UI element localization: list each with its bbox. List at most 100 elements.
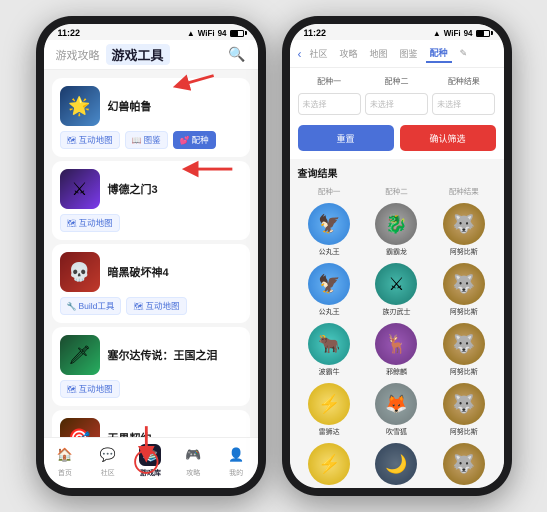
game-header-d4: 💀 暗黑破坏神4 bbox=[60, 252, 242, 292]
nav-breed[interactable]: 配种 bbox=[426, 44, 452, 63]
result-header-1: 配种一 bbox=[298, 186, 361, 197]
confirm-button[interactable]: 确认筛选 bbox=[400, 125, 496, 151]
result-row-1: 🦅 公丸王 🐉 霸霸龙 🐺 阿努比斯 bbox=[298, 203, 496, 257]
tab-home[interactable]: 🏠 首页 bbox=[54, 444, 76, 478]
tab-profile-label: 我的 bbox=[229, 468, 243, 478]
tools-nav-item[interactable]: 游戏工具 bbox=[106, 44, 170, 65]
right-time: 11:22 bbox=[304, 28, 327, 38]
right-phone-shell: 11:22 ▲ WiFi 94 ‹ 社区 攻略 地图 图鉴 配种 ✎ bbox=[282, 16, 512, 496]
tab-profile[interactable]: 👤 我的 bbox=[225, 444, 247, 478]
left-phone-screen: 11:22 ▲ WiFi 94 游戏攻略 游戏工具 🔍 bbox=[44, 24, 258, 488]
result-row-4: ⚡ 雷狮达 🦊 吹雪狐 🐺 阿努比斯 bbox=[298, 383, 496, 437]
right-wifi-icon: WiFi bbox=[444, 29, 461, 38]
game-tools-zelda: 🗺 互动地图 bbox=[60, 380, 242, 398]
avatar-chui-xue-hu: 🦊 bbox=[375, 383, 417, 425]
label-breed-result: 配种结果 bbox=[432, 76, 495, 87]
tab-community[interactable]: 💬 社区 bbox=[97, 444, 119, 478]
nav-guide[interactable]: 攻略 bbox=[336, 45, 362, 62]
reset-button[interactable]: 重置 bbox=[298, 125, 394, 151]
avatar-lei-shi-da: ⚡ bbox=[308, 383, 350, 425]
name-sheng-xia-shu: 盛夏术 bbox=[386, 487, 407, 488]
game-item-valorant: 🎯 无畏契约 🏪 游族库 🎫 通行证计算器 🛍 bbox=[52, 410, 250, 437]
tool-map-palworld[interactable]: 🗺 互动地图 bbox=[60, 131, 120, 149]
tab-gamelibrary[interactable]: 📚 游戏库 bbox=[139, 444, 161, 478]
game-header-valorant: 🎯 无畏契约 bbox=[60, 418, 242, 437]
search-icon[interactable]: 🔍 bbox=[228, 46, 245, 63]
result-1-p1: 🦅 公丸王 bbox=[298, 203, 361, 257]
result-1-p2: 🐉 霸霸龙 bbox=[365, 203, 428, 257]
tool-map-zelda[interactable]: 🗺 互动地图 bbox=[60, 380, 120, 398]
avatar-anubis-1: 🐺 bbox=[443, 203, 485, 245]
result-row-5: ⚡ 雷狮达 🌙 盛夏术 🐺 阿努比斯 bbox=[298, 443, 496, 488]
result-3-p1: 🐂 波霸牛 bbox=[298, 323, 361, 377]
right-status-right: ▲ WiFi 94 bbox=[433, 29, 490, 38]
breed-select-1[interactable]: 未选择 bbox=[298, 93, 361, 115]
tool-breed-palworld[interactable]: 💕 配种 bbox=[173, 131, 216, 149]
book-icon: 📖 bbox=[132, 136, 142, 145]
result-row-2: 🦅 公丸王 ⚔ 族刃武士 🐺 阿努比斯 bbox=[298, 263, 496, 317]
result-4-p2: 🦊 吹雪狐 bbox=[365, 383, 428, 437]
nav-map[interactable]: 地图 bbox=[366, 45, 392, 62]
game-cover-palworld: 🌟 bbox=[60, 86, 100, 126]
tool-build-d4[interactable]: 🔧 Build工具 bbox=[60, 297, 122, 315]
games-list: 🌟 幻兽帕鲁 🗺 互动地图 📖 图鉴 💕 bbox=[44, 70, 258, 437]
game-item-d4: 💀 暗黑破坏神4 🔧 Build工具 🗺 互动地图 bbox=[52, 244, 250, 323]
tool-guide-palworld[interactable]: 📖 图鉴 bbox=[125, 131, 168, 149]
left-battery-icon bbox=[230, 30, 244, 37]
tool-map-bg3[interactable]: 🗺 互动地图 bbox=[60, 214, 120, 232]
tab-guide[interactable]: 🎮 攻略 bbox=[182, 444, 204, 478]
avatar-sheng-xia-shu: 🌙 bbox=[375, 443, 417, 485]
build-icon: 🔧 bbox=[67, 302, 77, 311]
breed-selects-row: 未选择 未选择 未选择 bbox=[298, 93, 496, 115]
map-icon-d4: 🗺 bbox=[133, 302, 143, 311]
back-button[interactable]: ‹ bbox=[298, 47, 302, 61]
name-anubis-3: 阿努比斯 bbox=[450, 367, 478, 377]
label-breed2: 配种二 bbox=[365, 76, 428, 87]
breed-select-result[interactable]: 未选择 bbox=[432, 93, 495, 115]
gamelibrary-icon: 📚 bbox=[139, 444, 161, 466]
name-anubis-5: 阿努比斯 bbox=[450, 487, 478, 488]
breed-select-result-placeholder: 未选择 bbox=[437, 99, 461, 110]
nav-gallery[interactable]: 图鉴 bbox=[396, 45, 422, 62]
left-status-right: ▲ WiFi 94 bbox=[187, 29, 244, 38]
left-battery-label: 94 bbox=[218, 29, 227, 38]
tool-breed-label: 配种 bbox=[192, 134, 209, 146]
game-cover-valorant: 🎯 bbox=[60, 418, 100, 437]
result-2-result: 🐺 阿努比斯 bbox=[432, 263, 495, 317]
breed-actions: 重置 确认筛选 bbox=[298, 125, 496, 151]
game-tools-d4: 🔧 Build工具 🗺 互动地图 bbox=[60, 297, 242, 315]
result-3-result: 🐺 阿努比斯 bbox=[432, 323, 495, 377]
game-tools-palworld: 🗺 互动地图 📖 图鉴 💕 配种 bbox=[60, 131, 242, 149]
breed-content: 配种一 配种二 配种结果 未选择 未选择 未选择 bbox=[290, 68, 504, 488]
nav-community[interactable]: 社区 bbox=[306, 45, 332, 62]
game-cover-zelda: 🗡 bbox=[60, 335, 100, 375]
breed-selectors: 配种一 配种二 配种结果 未选择 未选择 未选择 bbox=[290, 68, 504, 159]
name-boba-niu: 波霸牛 bbox=[319, 367, 340, 377]
breed-select-2[interactable]: 未选择 bbox=[365, 93, 428, 115]
result-4-p1: ⚡ 雷狮达 bbox=[298, 383, 361, 437]
label-breed1: 配种一 bbox=[298, 76, 361, 87]
game-item-zelda: 🗡 塞尔达传说：王国之泪 🗺 互动地图 bbox=[52, 327, 250, 406]
breed-select-1-placeholder: 未选择 bbox=[303, 99, 327, 110]
tool-map-d4-label: 互动地图 bbox=[146, 300, 180, 312]
avatar-gongwanwang-1: 🦅 bbox=[308, 203, 350, 245]
name-gongwanwang-2: 公丸王 bbox=[319, 307, 340, 317]
result-col-headers: 配种一 配种二 配种结果 bbox=[298, 186, 496, 200]
left-bottom-tabs: 🏠 首页 💬 社区 📚 游戏库 🎮 攻略 👤 我的 bbox=[44, 437, 258, 488]
left-wifi-icon: WiFi bbox=[198, 29, 215, 38]
right-signal-icon: ▲ bbox=[433, 29, 441, 38]
breed-icon: 💕 bbox=[180, 136, 190, 145]
nav-edit[interactable]: ✎ bbox=[456, 46, 472, 61]
avatar-boba-niu: 🐂 bbox=[308, 323, 350, 365]
result-2-p1: 🦅 公丸王 bbox=[298, 263, 361, 317]
name-lei-shi-da: 雷狮达 bbox=[319, 427, 340, 437]
guide-nav-item[interactable]: 游戏攻略 bbox=[56, 47, 100, 63]
left-phone-shell: 11:22 ▲ WiFi 94 游戏攻略 游戏工具 🔍 bbox=[36, 16, 266, 496]
right-phone-screen: 11:22 ▲ WiFi 94 ‹ 社区 攻略 地图 图鉴 配种 ✎ bbox=[290, 24, 504, 488]
game-tools-bg3: 🗺 互动地图 bbox=[60, 214, 242, 232]
tool-map-d4[interactable]: 🗺 互动地图 bbox=[126, 297, 186, 315]
right-phone-wrapper: 11:22 ▲ WiFi 94 ‹ 社区 攻略 地图 图鉴 配种 ✎ bbox=[282, 16, 512, 496]
result-5-result: 🐺 阿努比斯 bbox=[432, 443, 495, 488]
name-xie-jing-lin: 邪鲸麟 bbox=[386, 367, 407, 377]
game-item-palworld: 🌟 幻兽帕鲁 🗺 互动地图 📖 图鉴 💕 bbox=[52, 78, 250, 157]
